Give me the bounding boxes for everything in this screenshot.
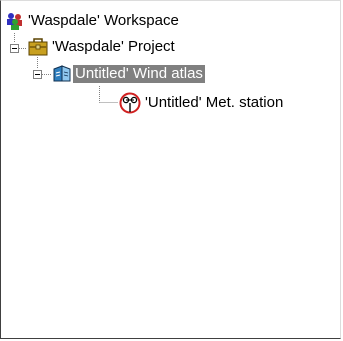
met-station-anemometer-icon <box>119 92 141 114</box>
workspace-users-icon <box>5 11 25 31</box>
tree-node-label: 'Waspdale' Workspace <box>28 12 179 29</box>
tree-node-label: 'Waspdale' Project <box>52 38 175 55</box>
wind-atlas-book-icon <box>52 63 72 83</box>
tree-node-label-selected: Untitled' Wind atlas <box>73 65 205 83</box>
project-briefcase-icon <box>28 37 48 57</box>
tree-node-label: 'Untitled' Met. station <box>145 94 284 111</box>
tree-view-panel[interactable]: 'Waspdale' Workspace 'Waspdale' Project <box>0 0 341 339</box>
collapse-toggle-project[interactable] <box>10 44 19 53</box>
collapse-toggle-wind-atlas[interactable] <box>33 70 42 79</box>
